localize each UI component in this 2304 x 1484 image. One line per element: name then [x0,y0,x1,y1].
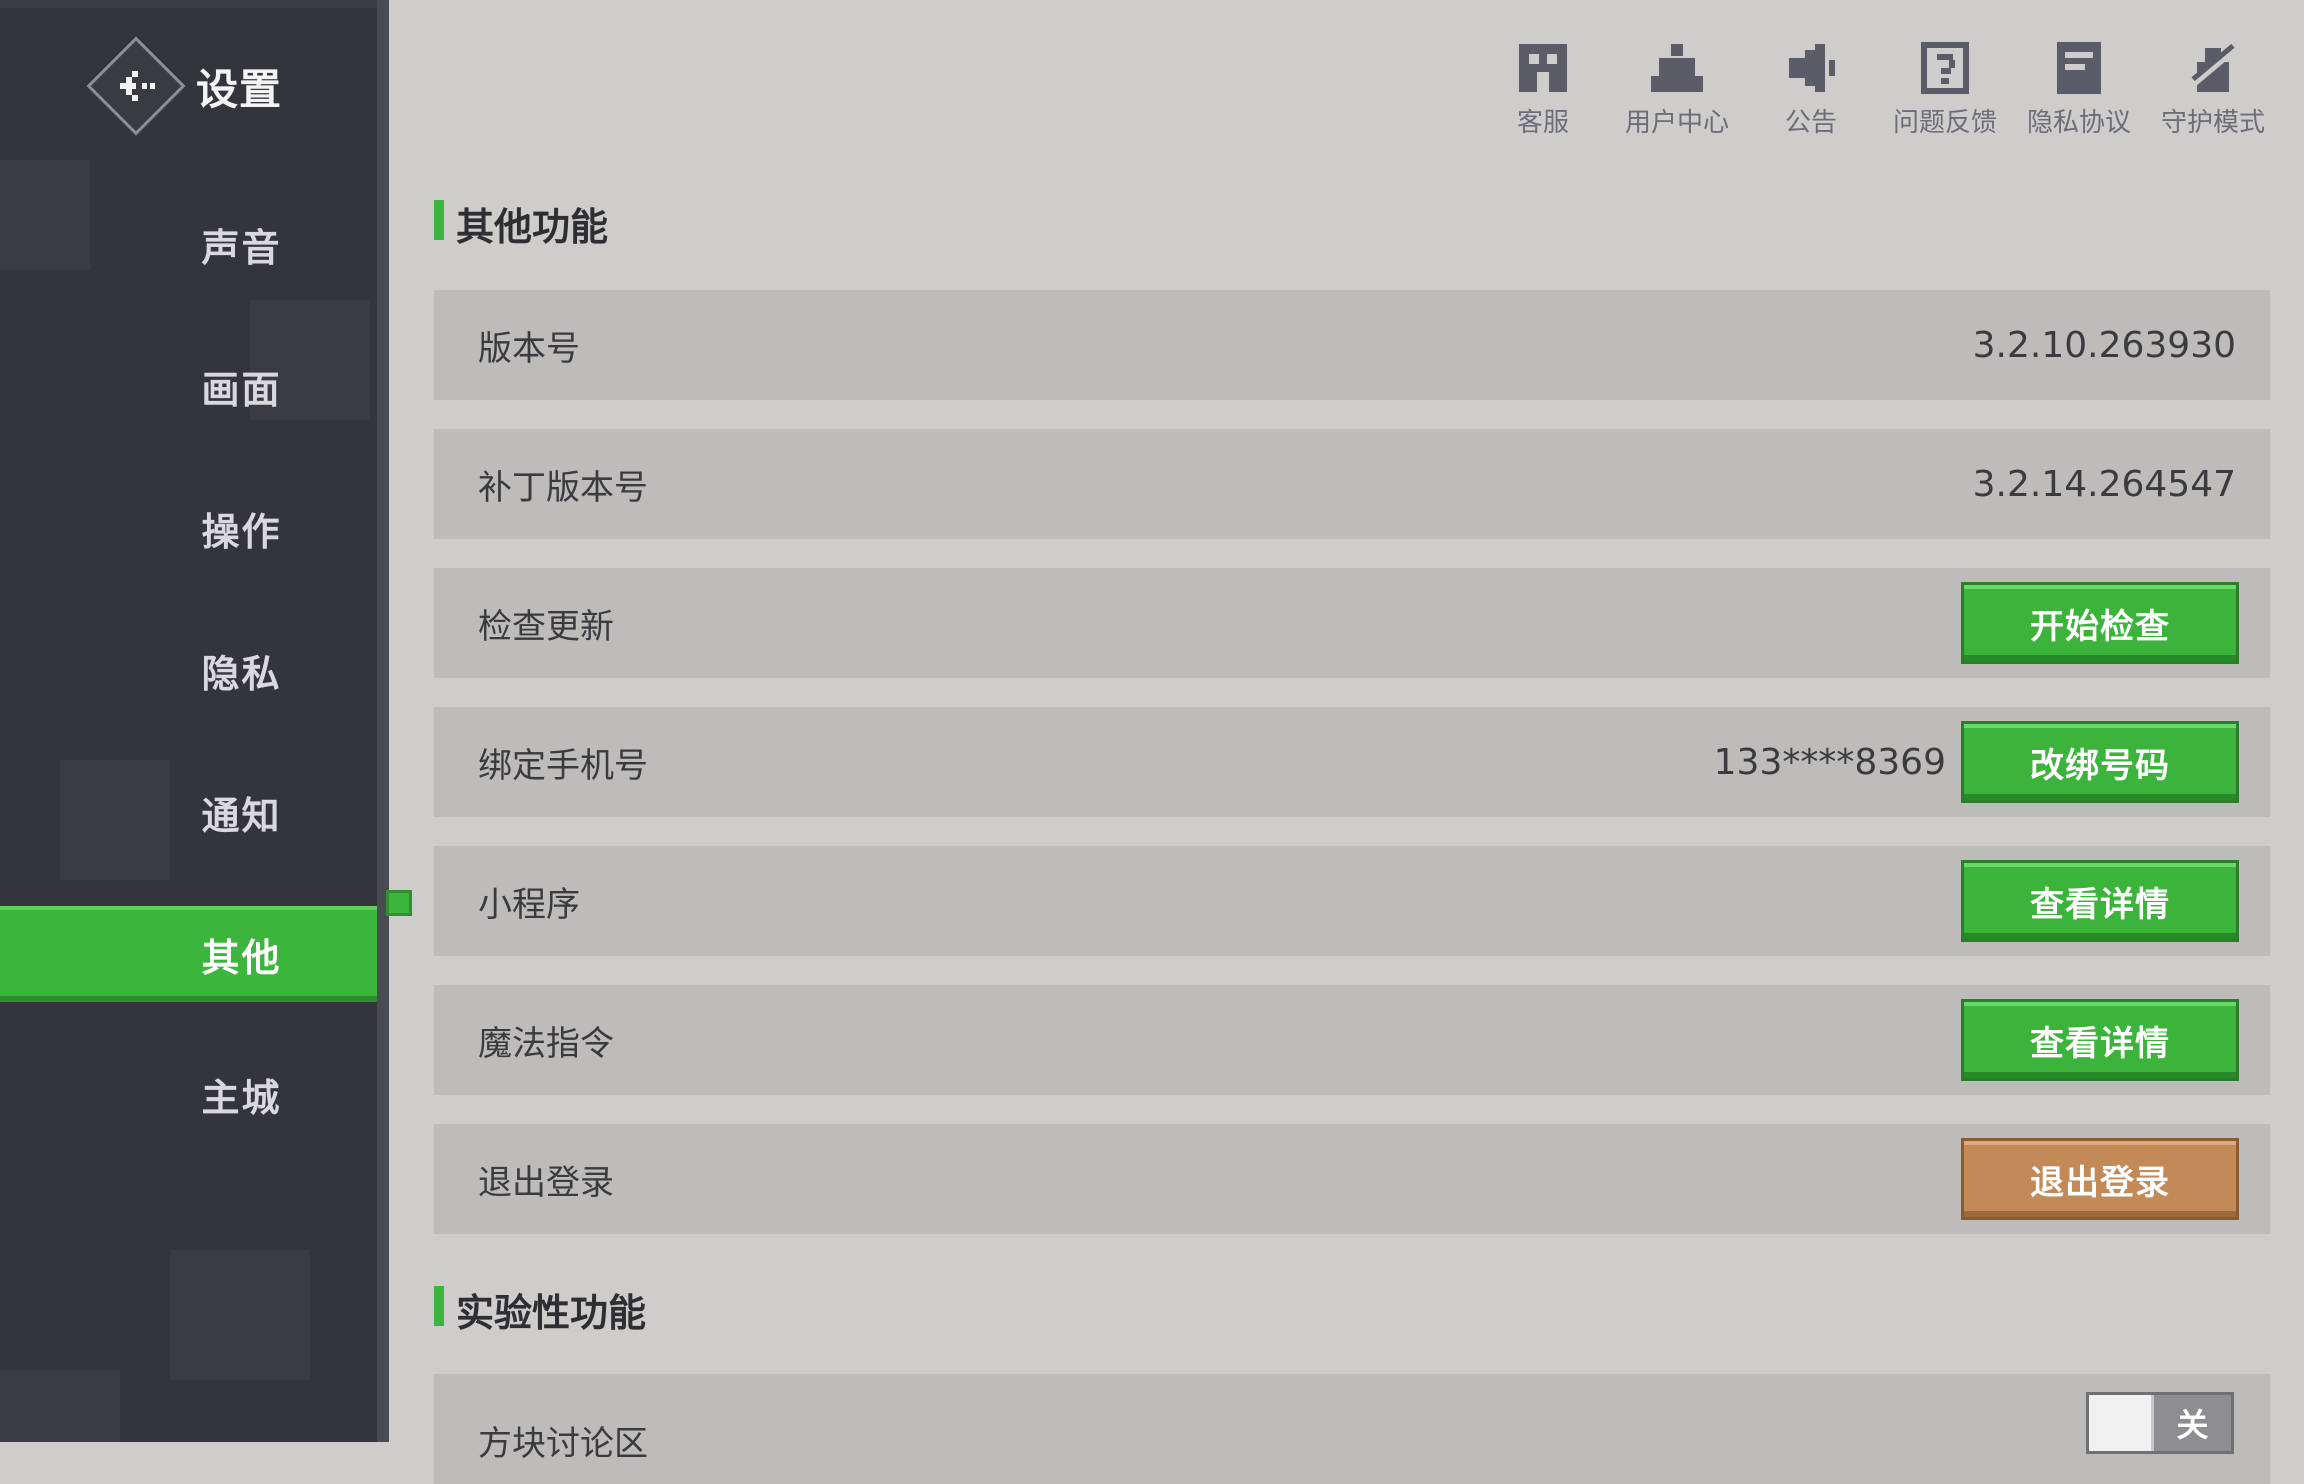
privacy-agreement-label: 隐私协议 [2026,108,2131,138]
section-title-other: 其他功能 [434,196,608,251]
privacy-agreement-button[interactable]: 隐私协议 [2012,40,2146,139]
sidebar-tile [0,1370,120,1442]
guardian-mode-label: 守护模式 [2160,108,2265,138]
user-center-icon [1649,40,1705,96]
sidebar-tile [170,1250,310,1380]
sidebar-item-other[interactable]: 其他 [0,906,383,1002]
privacy-agreement-icon [2051,40,2107,96]
user-center-label: 用户中心 [1624,108,1729,138]
sidebar-item-controls[interactable]: 操作 [0,478,383,578]
sidebar: 设置 声音 画面 操作 隐私 通知 其他 主城 [0,0,383,1442]
patch-version-value: 3.2.14.264547 [1972,463,2236,505]
announcement-label: 公告 [1784,108,1837,138]
mini-program-label: 小程序 [478,884,580,925]
toggle-state-label: 关 [2176,1406,2209,1444]
phone-number-value: 133****8369 [1713,741,1946,783]
magic-command-details-button[interactable]: 查看详情 [1964,1002,2236,1078]
bind-phone-label: 绑定手机号 [478,745,648,786]
sidebar-edge [377,0,389,1442]
version-label: 版本号 [478,328,580,369]
sidebar-item-notifications[interactable]: 通知 [0,762,383,862]
section-title-experimental: 实验性功能 [434,1282,646,1337]
feedback-label: 问题反馈 [1892,108,1997,138]
row-version: 版本号 3.2.10.263930 [434,290,2270,400]
logout-label: 退出登录 [478,1162,614,1203]
patch-version-label: 补丁版本号 [478,467,648,508]
row-block-forum: 方块讨论区 关 [434,1374,2270,1484]
top-toolbar: 客服 用户中心 公告 问题反馈 隐私协议 守护模式 [1476,40,2280,139]
page-title: 设置 [196,65,283,114]
back-arrow-icon [116,66,156,106]
back-button[interactable] [86,36,186,136]
active-indicator [386,890,412,916]
announcement-icon [1783,40,1839,96]
logout-button[interactable]: 退出登录 [1964,1141,2236,1217]
row-logout: 退出登录 退出登录 [434,1124,2270,1234]
row-check-update: 检查更新 开始检查 [434,568,2270,678]
user-center-button[interactable]: 用户中心 [1610,40,1744,139]
sidebar-item-sound[interactable]: 声音 [0,194,383,294]
customer-service-icon [1515,40,1571,96]
start-check-button[interactable]: 开始检查 [1964,585,2236,661]
magic-command-label: 魔法指令 [478,1023,614,1064]
guardian-mode-button[interactable]: 守护模式 [2146,40,2280,139]
sidebar-item-privacy[interactable]: 隐私 [0,620,383,720]
toggle-knob [2089,1395,2154,1451]
sidebar-item-main-city[interactable]: 主城 [0,1044,383,1144]
announcement-button[interactable]: 公告 [1744,40,1878,139]
feedback-button[interactable]: 问题反馈 [1878,40,2012,139]
row-bind-phone: 绑定手机号 133****8369 改绑号码 [434,707,2270,817]
check-update-label: 检查更新 [478,606,614,647]
rebind-phone-button[interactable]: 改绑号码 [1964,724,2236,800]
guardian-mode-icon [2185,40,2241,96]
row-mini-program: 小程序 查看详情 [434,846,2270,956]
customer-service-button[interactable]: 客服 [1476,40,1610,139]
feedback-icon [1917,40,1973,96]
block-forum-label: 方块讨论区 [478,1424,648,1464]
block-forum-toggle[interactable]: 关 [2086,1392,2234,1454]
version-value: 3.2.10.263930 [1972,324,2236,366]
sidebar-top-edge [0,0,383,8]
row-patch-version: 补丁版本号 3.2.14.264547 [434,429,2270,539]
customer-service-label: 客服 [1516,108,1569,138]
row-magic-command: 魔法指令 查看详情 [434,985,2270,1095]
mini-program-details-button[interactable]: 查看详情 [1964,863,2236,939]
sidebar-item-graphics[interactable]: 画面 [0,336,383,436]
